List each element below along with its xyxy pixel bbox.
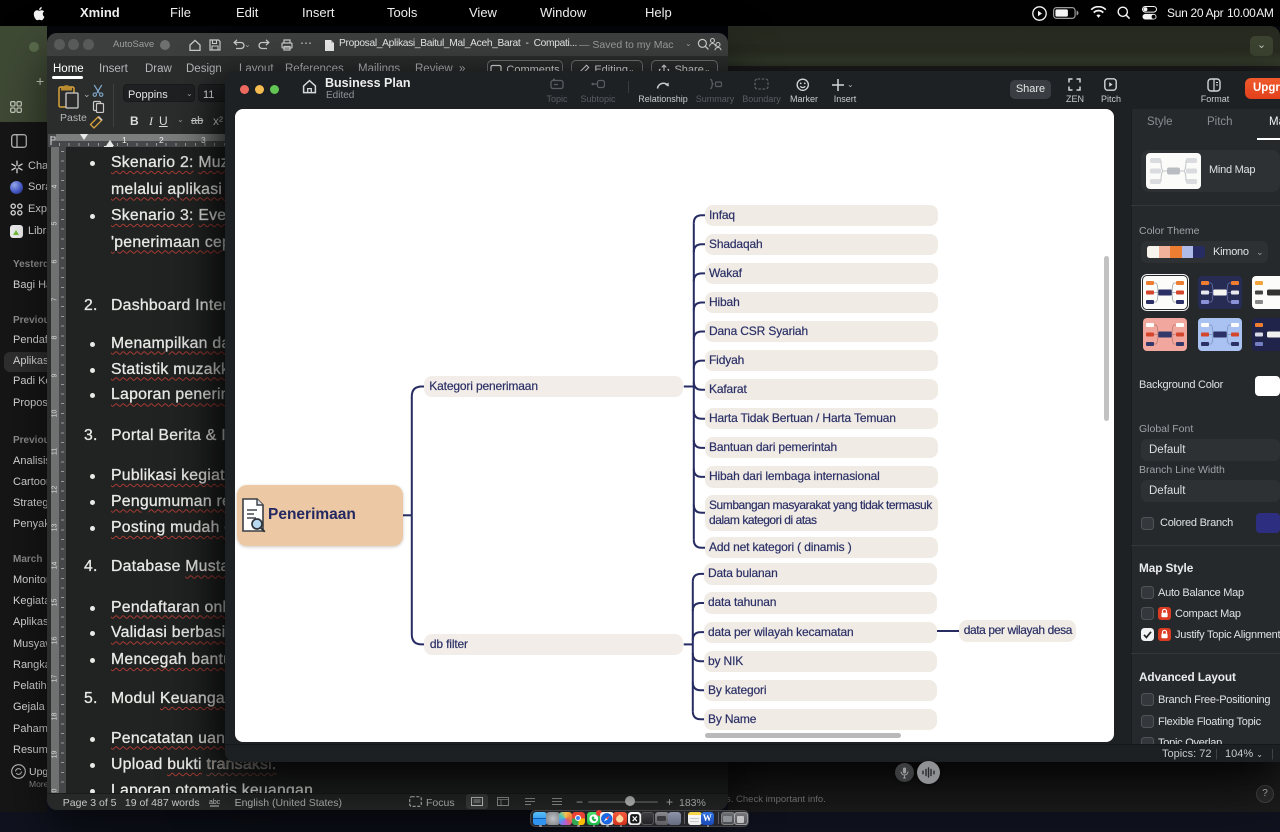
svg-text:abc: abc	[209, 799, 221, 806]
